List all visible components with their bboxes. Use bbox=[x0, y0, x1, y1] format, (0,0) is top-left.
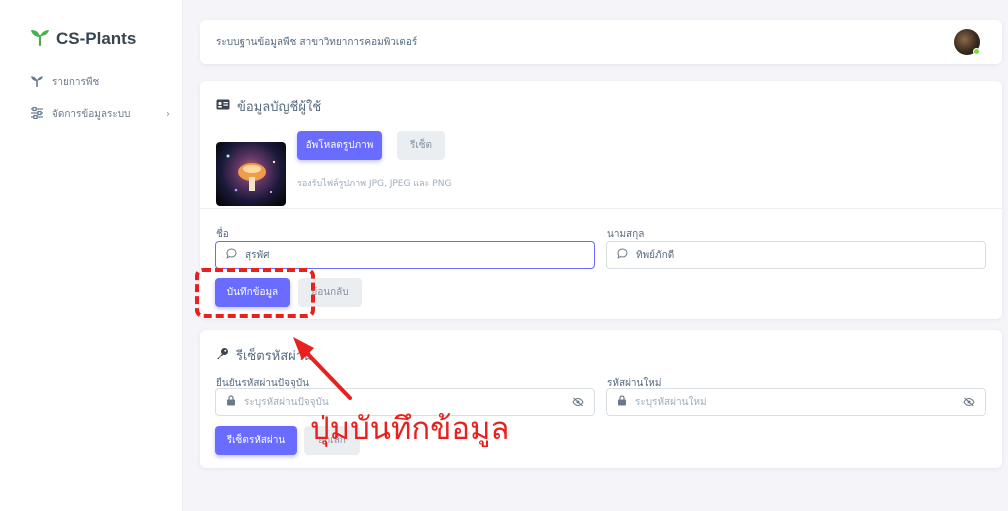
sidebar-item-label: จัดการข้อมูลระบบ bbox=[52, 109, 131, 120]
upload-hint: รองรับไฟล์รูปภาพ JPG, JPEG และ PNG bbox=[297, 179, 452, 189]
navbar: ระบบฐานข้อมูลพืช สาขาวิทยาการคอมพิวเตอร์ bbox=[200, 20, 1002, 64]
eye-off-icon[interactable] bbox=[572, 397, 584, 410]
reset-image-button[interactable]: รีเซ็ต bbox=[397, 131, 445, 160]
brand[interactable]: CS-Plants bbox=[30, 28, 136, 49]
last-name-value: ทิพย์ภักดี bbox=[636, 249, 675, 261]
account-card-title: ข้อมูลบัญชีผู้ใช้ bbox=[216, 96, 321, 117]
lock-icon bbox=[617, 395, 627, 409]
page-title: ระบบฐานข้อมูลพืช สาขาวิทยาการคอมพิวเตอร์ bbox=[216, 37, 418, 48]
sidebar-item-system-management[interactable]: จัดการข้อมูลระบบ › bbox=[30, 106, 170, 122]
id-card-icon bbox=[216, 99, 230, 114]
chat-icon bbox=[617, 248, 628, 262]
online-status-dot bbox=[973, 48, 980, 55]
account-title-text: ข้อมูลบัญชีผู้ใช้ bbox=[237, 100, 322, 115]
first-name-field[interactable]: สุรพัศ bbox=[215, 241, 595, 269]
account-card: ข้อมูลบัญชีผู้ใช้ อัพโหลดรูปภาพ รีเซ็ต ร… bbox=[200, 81, 1002, 319]
divider bbox=[200, 208, 1002, 209]
upload-image-button[interactable]: อัพโหลดรูปภาพ bbox=[297, 131, 382, 160]
sidebar-item-plants[interactable]: รายการพืช bbox=[30, 75, 170, 90]
annotation-highlight-box bbox=[195, 268, 315, 318]
sidebar-item-label: รายการพืช bbox=[52, 77, 100, 88]
reset-password-title-text: รีเซ็ตรหัสผ่าน bbox=[236, 349, 312, 364]
key-icon bbox=[216, 347, 229, 364]
eye-off-icon[interactable] bbox=[963, 397, 975, 410]
reset-password-title: รีเซ็ตรหัสผ่าน bbox=[216, 345, 312, 366]
new-password-field[interactable]: ระบุรหัสผ่านใหม่ bbox=[606, 388, 986, 416]
last-name-field[interactable]: ทิพย์ภักดี bbox=[606, 241, 986, 269]
sprout-icon bbox=[30, 75, 44, 90]
sidebar: CS-Plants รายการพืช จัดการข้อมูลระบบ › bbox=[0, 0, 183, 511]
sprout-icon bbox=[30, 28, 50, 49]
first-name-value: สุรพัศ bbox=[245, 249, 270, 261]
sliders-icon bbox=[30, 106, 44, 122]
chevron-right-icon: › bbox=[166, 109, 170, 120]
profile-image bbox=[216, 142, 286, 206]
brand-name: CS-Plants bbox=[56, 28, 137, 48]
reset-password-button[interactable]: รีเซ็ตรหัสผ่าน bbox=[215, 426, 297, 455]
annotation-label: ปุ่มบันทึกข้อมูล bbox=[310, 411, 510, 447]
chat-icon bbox=[226, 248, 237, 262]
last-name-label: นามสกุล bbox=[607, 229, 645, 240]
new-password-placeholder: ระบุรหัสผ่านใหม่ bbox=[635, 396, 707, 408]
first-name-label: ชื่อ bbox=[216, 229, 229, 240]
lock-icon bbox=[226, 395, 236, 409]
